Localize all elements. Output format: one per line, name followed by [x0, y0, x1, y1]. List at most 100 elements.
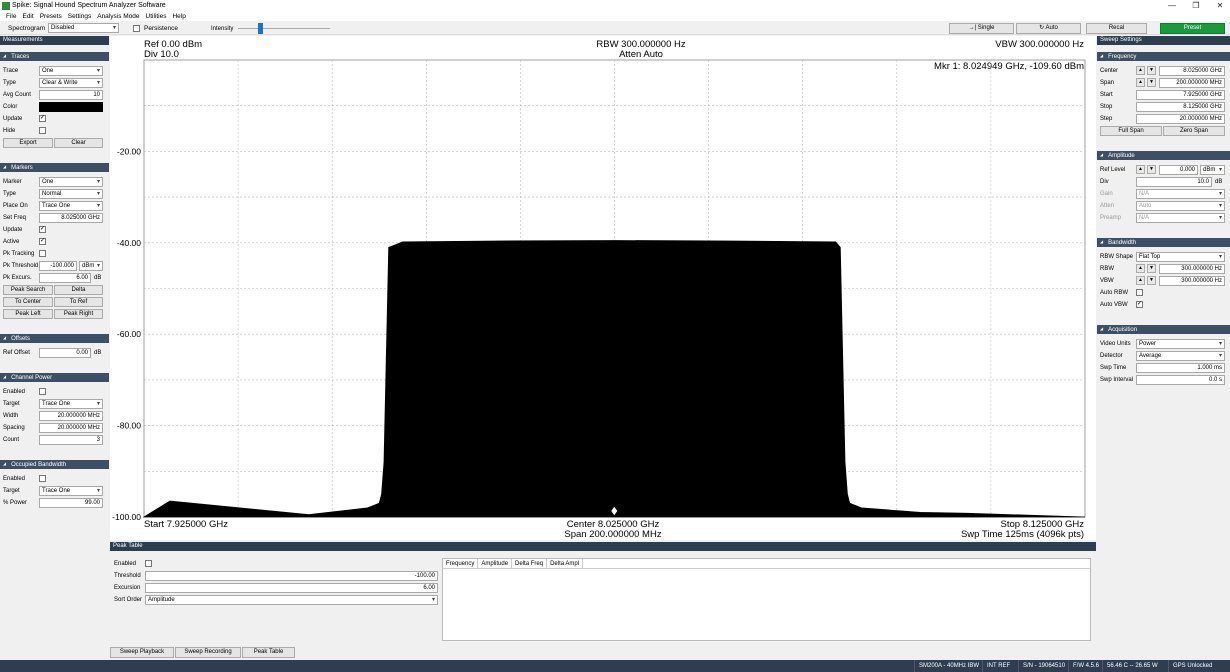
- col-delta-ampl[interactable]: Delta Ampl: [547, 559, 584, 568]
- center-down-icon[interactable]: ▼: [1147, 66, 1156, 75]
- span-field[interactable]: 200.000000 MHz: [1159, 78, 1225, 88]
- pk-threshold-unit-select[interactable]: dBm: [79, 261, 103, 271]
- place-on-select[interactable]: Trace One: [39, 201, 103, 211]
- center-field[interactable]: 8.025000 GHz: [1159, 66, 1225, 76]
- peak-threshold-field[interactable]: -100.00: [145, 571, 438, 581]
- obw-enabled-checkbox[interactable]: [39, 475, 46, 482]
- marker-type-select[interactable]: Normal: [39, 189, 103, 199]
- peak-right-button[interactable]: Peak Right: [54, 309, 103, 319]
- channel-count-field[interactable]: 3: [39, 435, 103, 445]
- acquisition-section-header[interactable]: Acquisition: [1097, 325, 1230, 334]
- vbw-field[interactable]: 300.000000 Hz: [1159, 276, 1225, 286]
- center-up-icon[interactable]: ▲: [1136, 66, 1145, 75]
- trace-color-swatch[interactable]: [39, 102, 103, 112]
- menu-settings[interactable]: Settings: [68, 12, 92, 21]
- obw-power-field[interactable]: 99.00: [39, 498, 103, 508]
- step-field[interactable]: 20.000000 MHz: [1136, 114, 1225, 124]
- peak-search-button[interactable]: Peak Search: [3, 285, 53, 295]
- intensity-slider-handle[interactable]: [258, 23, 263, 34]
- peak-left-button[interactable]: Peak Left: [3, 309, 53, 319]
- bandwidth-section-header[interactable]: Bandwidth: [1097, 238, 1230, 247]
- spectrum-display[interactable]: Ref 0.00 dBm Div 10.0 RBW 300.000000 Hz …: [110, 36, 1096, 540]
- rbw-field[interactable]: 300.000000 Hz: [1159, 264, 1225, 274]
- minimize-icon[interactable]: —: [1164, 0, 1180, 12]
- ref-level-unit-select[interactable]: dBm: [1200, 165, 1225, 175]
- vbw-down-icon[interactable]: ▼: [1147, 276, 1156, 285]
- preamp-select[interactable]: N/A: [1136, 213, 1225, 223]
- rbw-up-icon[interactable]: ▲: [1136, 264, 1145, 273]
- menu-file[interactable]: File: [6, 12, 16, 21]
- channel-target-select[interactable]: Trace One: [39, 399, 103, 409]
- traces-section-header[interactable]: Traces: [0, 52, 109, 61]
- recal-button[interactable]: Recal: [1086, 23, 1147, 34]
- rbw-shape-select[interactable]: Flat Top: [1136, 252, 1225, 262]
- occupied-bandwidth-section-header[interactable]: Occupied Bandwidth: [0, 460, 109, 469]
- col-delta-freq[interactable]: Delta Freq: [512, 559, 548, 568]
- frequency-section-header[interactable]: Frequency: [1097, 52, 1230, 61]
- markers-section-header[interactable]: Markers: [0, 163, 109, 172]
- col-amplitude[interactable]: Amplitude: [478, 559, 513, 568]
- obw-target-select[interactable]: Trace One: [39, 486, 103, 496]
- auto-vbw-checkbox[interactable]: ✓: [1136, 301, 1143, 308]
- persistence-checkbox[interactable]: [133, 25, 140, 32]
- menu-presets[interactable]: Presets: [40, 12, 62, 21]
- span-down-icon[interactable]: ▼: [1147, 78, 1156, 87]
- menu-analysis-mode[interactable]: Analysis Mode: [97, 12, 139, 21]
- peak-excursion-field[interactable]: 6.00: [145, 583, 438, 593]
- pk-threshold-field[interactable]: -100.000: [39, 261, 77, 271]
- delta-button[interactable]: Delta: [54, 285, 103, 295]
- marker-select[interactable]: One: [39, 177, 103, 187]
- spectrum-plot[interactable]: -20.00 -40.00 -60.00 -80.00 -100.00: [110, 36, 1096, 540]
- avg-count-field[interactable]: 10: [39, 90, 103, 100]
- offsets-section-header[interactable]: Offsets: [0, 334, 109, 343]
- menu-help[interactable]: Help: [172, 12, 185, 21]
- pk-tracking-checkbox[interactable]: [39, 250, 46, 257]
- pk-excursion-field[interactable]: 6.00: [39, 273, 91, 283]
- start-field[interactable]: 7.925000 GHz: [1136, 90, 1225, 100]
- menu-edit[interactable]: Edit: [22, 12, 33, 21]
- sweep-recording-button[interactable]: Sweep Recording: [175, 647, 241, 658]
- channel-spacing-field[interactable]: 20.000000 MHz: [39, 423, 103, 433]
- peak-list[interactable]: Frequency Amplitude Delta Freq Delta Amp…: [442, 558, 1091, 641]
- export-button[interactable]: Export: [3, 138, 53, 148]
- vbw-up-icon[interactable]: ▲: [1136, 276, 1145, 285]
- ref-level-down-icon[interactable]: ▼: [1147, 165, 1156, 174]
- swp-time-field[interactable]: 1.000 ms: [1136, 363, 1225, 373]
- clear-button[interactable]: Clear: [54, 138, 103, 148]
- single-button[interactable]: →| Single: [949, 23, 1014, 34]
- peak-enabled-checkbox[interactable]: [145, 560, 152, 567]
- marker-active-checkbox[interactable]: ✓: [39, 238, 46, 245]
- channel-width-field[interactable]: 20.000000 MHz: [39, 411, 103, 421]
- peak-table-button[interactable]: Peak Table: [242, 647, 295, 658]
- set-freq-field[interactable]: 8.025000 GHz: [39, 213, 103, 223]
- zero-span-button[interactable]: Zero Span: [1163, 126, 1225, 136]
- col-frequency[interactable]: Frequency: [443, 559, 479, 568]
- div-field[interactable]: 10.0: [1136, 177, 1212, 187]
- auto-button[interactable]: ↻ Auto: [1016, 23, 1081, 34]
- atten-select[interactable]: Auto: [1136, 201, 1225, 211]
- ref-level-field[interactable]: 0.000: [1159, 165, 1198, 175]
- channel-enabled-checkbox[interactable]: [39, 388, 46, 395]
- span-up-icon[interactable]: ▲: [1136, 78, 1145, 87]
- preset-button[interactable]: Preset: [1160, 23, 1225, 34]
- channel-power-section-header[interactable]: Channel Power: [0, 373, 109, 382]
- stop-field[interactable]: 8.125000 GHz: [1136, 102, 1225, 112]
- ref-level-up-icon[interactable]: ▲: [1136, 165, 1145, 174]
- intensity-slider-track[interactable]: [238, 28, 330, 29]
- auto-rbw-checkbox[interactable]: [1136, 289, 1143, 296]
- trace-update-checkbox[interactable]: ✓: [39, 115, 46, 122]
- swp-interval-field[interactable]: 0.0 s: [1136, 375, 1225, 385]
- video-units-select[interactable]: Power: [1136, 339, 1225, 349]
- maximize-icon[interactable]: ❐: [1188, 0, 1204, 12]
- menu-utilities[interactable]: Utilities: [146, 12, 167, 21]
- sort-order-select[interactable]: Amplitude: [145, 595, 438, 605]
- to-center-button[interactable]: To Center: [3, 297, 53, 307]
- rbw-down-icon[interactable]: ▼: [1147, 264, 1156, 273]
- detector-select[interactable]: Average: [1136, 351, 1225, 361]
- amplitude-section-header[interactable]: Amplitude: [1097, 151, 1230, 160]
- spectrogram-select[interactable]: Disabled: [48, 23, 119, 33]
- trace-hide-checkbox[interactable]: [39, 127, 46, 134]
- sweep-playback-button[interactable]: Sweep Playback: [110, 647, 174, 658]
- trace-type-select[interactable]: Clear & Write: [39, 78, 103, 88]
- marker-update-checkbox[interactable]: ✓: [39, 226, 46, 233]
